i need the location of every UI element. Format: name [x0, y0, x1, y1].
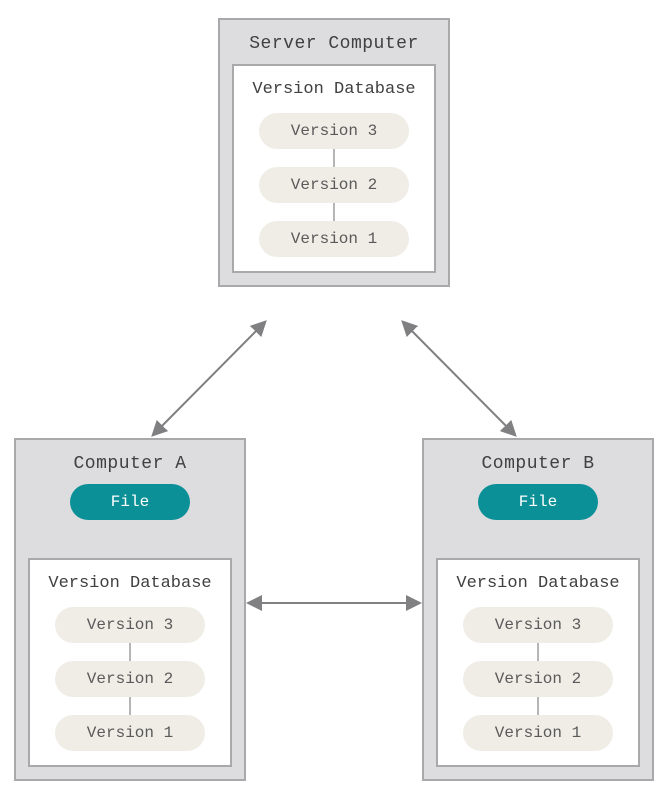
file-pill-b: File	[478, 484, 598, 520]
version-pill: Version 2	[55, 661, 205, 697]
version-connector-line	[537, 697, 539, 715]
computer-b-vdb-title: Version Database	[448, 574, 628, 593]
connector-server-b	[404, 323, 514, 434]
computer-b-vdb-box: Version Database Version 3 Version 2 Ver…	[436, 558, 640, 767]
server-computer-box: Server Computer Version Database Version…	[218, 18, 450, 287]
connector-server-a	[154, 323, 264, 434]
computer-b-version-list: Version 3 Version 2 Version 1	[448, 607, 628, 751]
version-connector-line	[537, 643, 539, 661]
computer-b-box: Computer B File Version Database Version…	[422, 438, 654, 781]
server-vdb-box: Version Database Version 3 Version 2 Ver…	[232, 64, 436, 273]
computer-a-vdb-title: Version Database	[40, 574, 220, 593]
computer-a-title: Computer A	[28, 454, 232, 474]
version-pill: Version 1	[259, 221, 409, 257]
version-pill: Version 3	[259, 113, 409, 149]
version-pill: Version 3	[55, 607, 205, 643]
server-title: Server Computer	[232, 34, 436, 54]
version-connector-line	[333, 149, 335, 167]
computer-a-vdb-box: Version Database Version 3 Version 2 Ver…	[28, 558, 232, 767]
version-connector-line	[129, 643, 131, 661]
version-pill: Version 1	[463, 715, 613, 751]
version-pill: Version 2	[259, 167, 409, 203]
version-pill: Version 2	[463, 661, 613, 697]
version-pill: Version 1	[55, 715, 205, 751]
computer-b-title: Computer B	[436, 454, 640, 474]
computer-a-box: Computer A File Version Database Version…	[14, 438, 246, 781]
server-vdb-title: Version Database	[244, 80, 424, 99]
version-connector-line	[333, 203, 335, 221]
version-connector-line	[129, 697, 131, 715]
version-pill: Version 3	[463, 607, 613, 643]
computer-a-version-list: Version 3 Version 2 Version 1	[40, 607, 220, 751]
file-pill-a: File	[70, 484, 190, 520]
server-version-list: Version 3 Version 2 Version 1	[244, 113, 424, 257]
diagram-canvas: Server Computer Version Database Version…	[0, 0, 668, 800]
